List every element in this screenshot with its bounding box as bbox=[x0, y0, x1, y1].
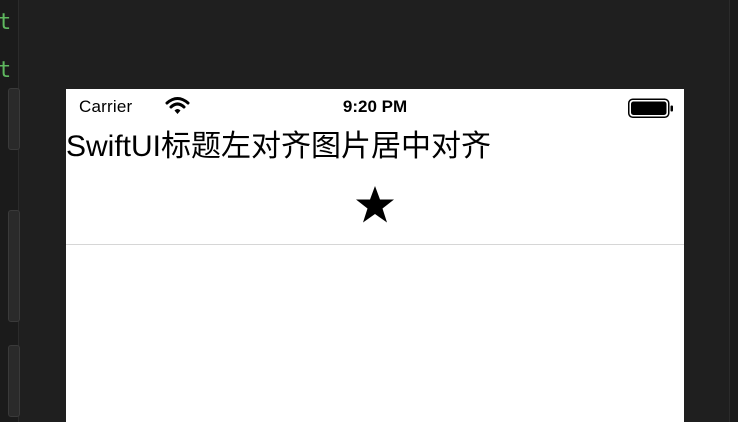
gutter-handle[interactable] bbox=[8, 88, 20, 150]
editor-gutter: t t bbox=[0, 0, 20, 422]
gutter-handle[interactable] bbox=[8, 345, 20, 417]
ide-canvas: t t Carrier 9:20 PM SwiftUI标题左对齐图片居中对齐 bbox=[0, 0, 738, 422]
divider bbox=[66, 244, 684, 245]
editor-scroll-edge bbox=[729, 0, 738, 422]
battery-full-icon bbox=[628, 98, 673, 118]
page-title: SwiftUI标题左对齐图片居中对齐 bbox=[66, 130, 492, 163]
star-icon bbox=[356, 186, 394, 223]
gutter-handle[interactable] bbox=[8, 210, 20, 322]
code-text: t bbox=[0, 58, 12, 83]
status-bar: Carrier 9:20 PM bbox=[66, 89, 684, 125]
status-time: 9:20 PM bbox=[342, 97, 408, 116]
code-text: t bbox=[0, 10, 12, 35]
simulator-screen: Carrier 9:20 PM SwiftUI标题左对齐图片居中对齐 bbox=[66, 89, 684, 422]
